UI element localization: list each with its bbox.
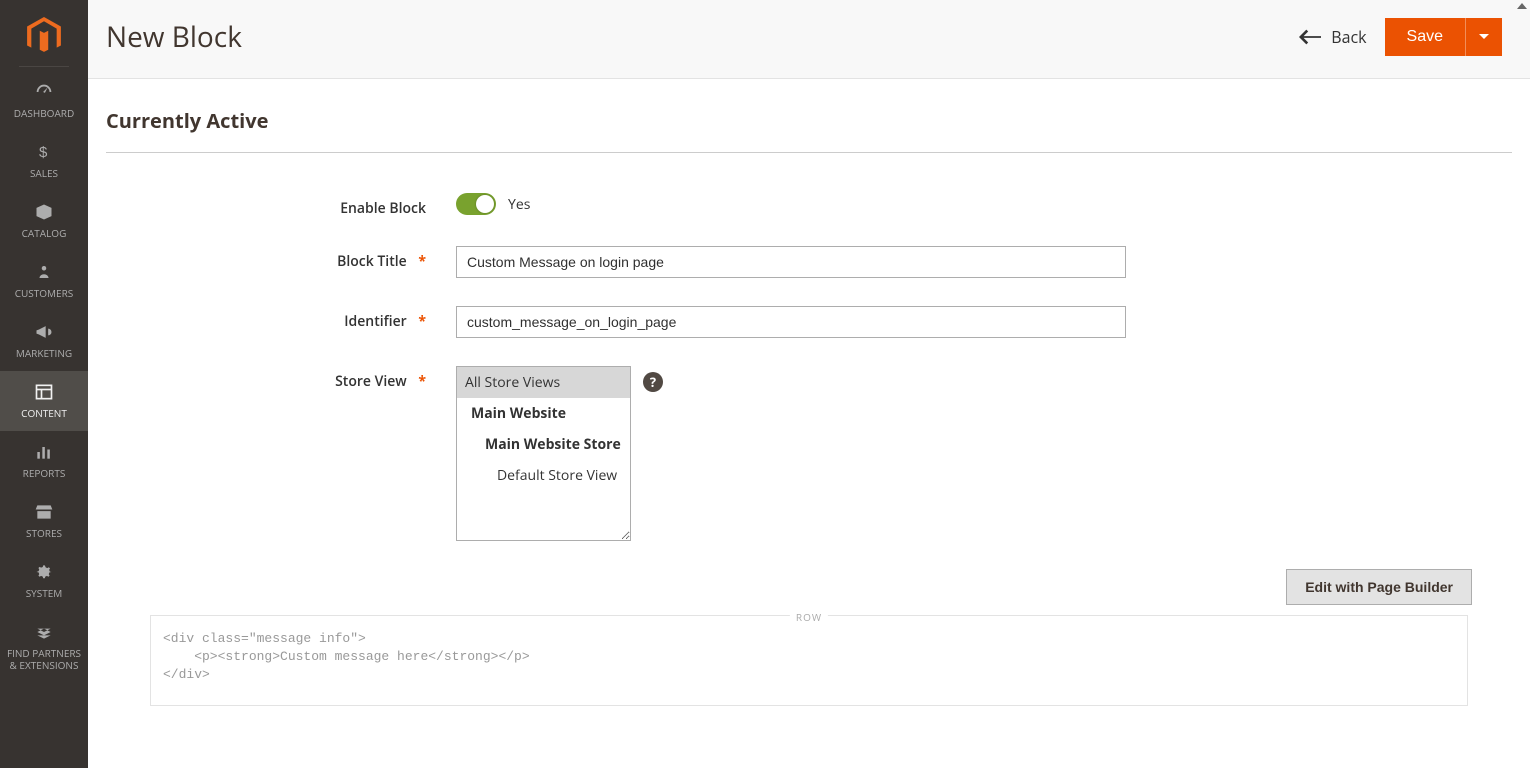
magento-logo-icon	[27, 17, 61, 55]
box-icon	[34, 201, 54, 223]
store-view-option-main-website[interactable]: Main Website	[457, 398, 630, 429]
identifier-input[interactable]	[456, 306, 1126, 338]
layout-icon	[34, 381, 54, 403]
section-divider	[106, 152, 1512, 153]
nav-label: CUSTOMERS	[4, 287, 84, 299]
row-store-view: Store View * All Store Views Main Websit…	[106, 366, 1512, 541]
main: New Block Back Save Currently Active	[88, 0, 1530, 768]
editor-html-content: <div class="message info"> <p><strong>Cu…	[163, 630, 1455, 685]
block-title-input[interactable]	[456, 246, 1126, 278]
nav-label: SALES	[4, 167, 84, 179]
identifier-label: Identifier	[344, 312, 406, 331]
svg-text:$: $	[39, 144, 48, 161]
section-title: Currently Active	[106, 107, 1512, 134]
save-dropdown-toggle[interactable]	[1466, 18, 1502, 56]
required-mark: *	[418, 312, 426, 331]
row-identifier: Identifier *	[106, 306, 1512, 338]
admin-sidebar: DASHBOARD $ SALES CATALOG CUSTOMERS MARK…	[0, 0, 88, 768]
content: Currently Active Enable Block Yes Block …	[88, 79, 1530, 746]
sidebar-item-sales[interactable]: $ SALES	[0, 131, 88, 191]
nav-label: MARKETING	[4, 347, 84, 359]
page-header: New Block Back Save	[88, 0, 1530, 79]
save-button[interactable]: Save	[1385, 18, 1466, 56]
person-icon	[35, 261, 53, 283]
store-view-option-all[interactable]: All Store Views	[457, 367, 630, 398]
store-view-hint[interactable]: ?	[643, 372, 663, 392]
nav-label: SYSTEM	[4, 587, 84, 599]
sidebar-item-system[interactable]: SYSTEM	[0, 551, 88, 611]
sidebar-item-content[interactable]: CONTENT	[0, 371, 88, 431]
sidebar-item-marketing[interactable]: MARKETING	[0, 311, 88, 371]
page-scrollbar[interactable]	[1514, 0, 1530, 768]
row-enable-block: Enable Block Yes	[106, 193, 1512, 218]
required-mark: *	[418, 252, 426, 271]
sidebar-item-catalog[interactable]: CATALOG	[0, 191, 88, 251]
dollar-icon: $	[34, 141, 54, 163]
store-view-multiselect[interactable]: All Store Views Main Website Main Websit…	[456, 366, 631, 541]
store-view-label: Store View	[335, 372, 407, 391]
enable-block-toggle[interactable]	[456, 193, 496, 215]
blocks-icon	[34, 621, 54, 643]
magento-logo	[24, 16, 64, 56]
nav-label: DASHBOARD	[4, 107, 84, 119]
scroll-up-arrow-icon[interactable]	[1517, 3, 1527, 9]
edit-page-builder-button[interactable]: Edit with Page Builder	[1286, 569, 1472, 605]
store-view-option-main-website-store[interactable]: Main Website Store	[457, 429, 630, 460]
nav-label: CATALOG	[4, 227, 84, 239]
page-title: New Block	[106, 18, 242, 56]
nav-label: STORES	[4, 527, 84, 539]
dashboard-icon	[33, 81, 55, 103]
arrow-left-icon	[1299, 29, 1321, 45]
nav-label: CONTENT	[4, 407, 84, 419]
save-button-group: Save	[1385, 18, 1502, 56]
row-tag: ROW	[790, 610, 828, 624]
content-editor[interactable]: ROW <div class="message info"> <p><stron…	[150, 615, 1468, 706]
megaphone-icon	[34, 321, 54, 343]
editor-toolbar: Edit with Page Builder	[106, 569, 1512, 605]
chevron-down-icon	[1478, 31, 1490, 43]
store-view-option-default[interactable]: Default Store View	[457, 460, 630, 491]
block-title-label: Block Title	[337, 252, 407, 271]
sidebar-item-dashboard[interactable]: DASHBOARD	[0, 71, 88, 131]
back-label: Back	[1331, 26, 1366, 48]
row-block-title: Block Title *	[106, 246, 1512, 278]
enable-block-label: Enable Block	[340, 199, 426, 218]
nav-label: FIND PARTNERS & EXTENSIONS	[4, 647, 84, 671]
bars-icon	[34, 441, 54, 463]
sidebar-item-customers[interactable]: CUSTOMERS	[0, 251, 88, 311]
required-mark: *	[418, 372, 426, 391]
toggle-knob	[476, 195, 494, 213]
gear-icon	[34, 561, 54, 583]
sidebar-item-reports[interactable]: REPORTS	[0, 431, 88, 491]
header-actions: Back Save	[1299, 18, 1502, 56]
sidebar-item-stores[interactable]: STORES	[0, 491, 88, 551]
nav-label: REPORTS	[4, 467, 84, 479]
storefront-icon	[34, 501, 54, 523]
enable-block-value: Yes	[508, 195, 530, 214]
sidebar-item-partners[interactable]: FIND PARTNERS & EXTENSIONS	[0, 611, 88, 683]
back-button[interactable]: Back	[1299, 26, 1366, 48]
